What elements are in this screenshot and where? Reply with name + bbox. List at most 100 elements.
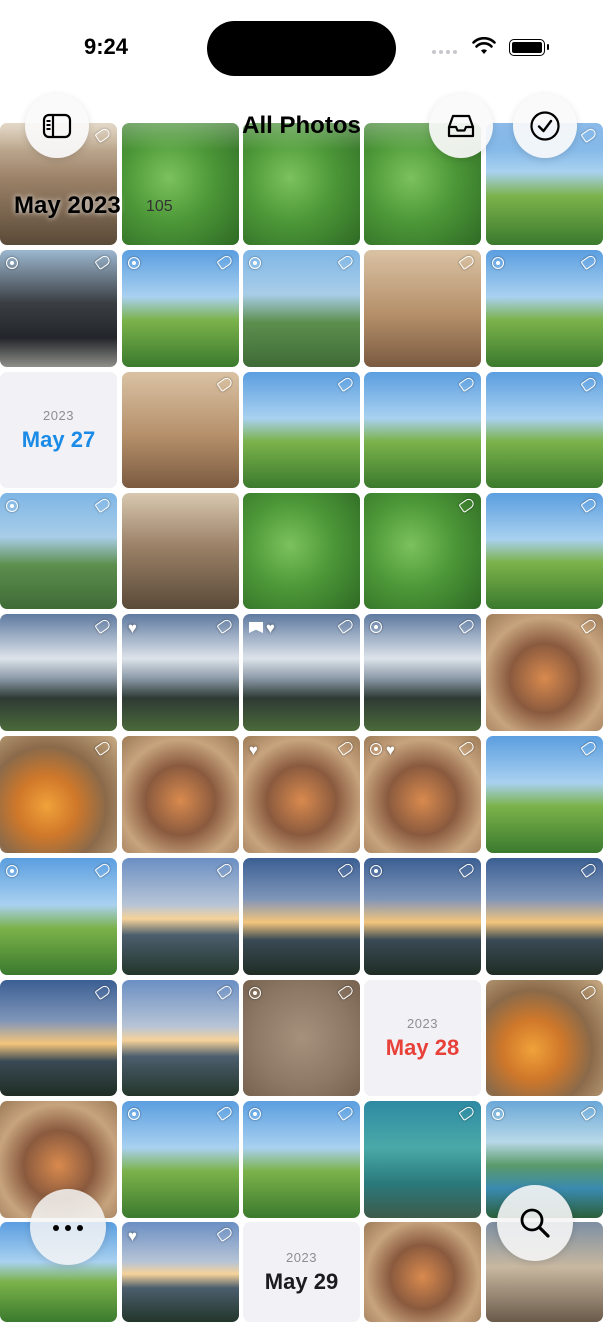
photo-thumbnail[interactable] — [364, 614, 481, 731]
photo-thumbnail[interactable] — [0, 614, 117, 731]
photo-thumbnail[interactable] — [486, 614, 603, 731]
photo-thumbnail[interactable] — [122, 980, 239, 1096]
tag-icon — [337, 1104, 355, 1122]
photo-thumbnail[interactable] — [364, 372, 481, 488]
tag-icon — [94, 496, 112, 514]
tag-icon — [337, 375, 355, 393]
tag-icon — [458, 739, 476, 757]
photo-thumbnail[interactable] — [243, 1101, 360, 1218]
tag-icon — [94, 617, 112, 635]
photo-thumbnail[interactable] — [0, 858, 117, 975]
dynamic-island — [207, 21, 396, 76]
date-card-day: May 28 — [385, 1034, 460, 1060]
tag-icon — [94, 739, 112, 757]
date-card-year: 2023 — [43, 407, 74, 423]
favorite-heart-icon: ♥ — [370, 743, 395, 758]
photo-thumbnail[interactable] — [243, 493, 360, 609]
photo-thumbnail[interactable] — [243, 858, 360, 975]
photo-thumbnail[interactable] — [486, 493, 603, 609]
tag-icon — [580, 1104, 598, 1122]
date-card-year: 2023 — [286, 1249, 317, 1265]
photo-thumbnail[interactable] — [486, 858, 603, 975]
photo-thumbnail[interactable] — [243, 980, 360, 1096]
select-button[interactable] — [513, 94, 577, 158]
photo-thumbnail[interactable]: ♥ — [364, 736, 481, 853]
photo-thumbnail[interactable] — [0, 493, 117, 609]
tag-icon — [458, 1104, 476, 1122]
photo-thumbnail[interactable] — [122, 493, 239, 609]
live-photo-icon — [249, 1108, 261, 1122]
photo-thumbnail[interactable] — [364, 858, 481, 975]
tag-icon — [337, 983, 355, 1001]
search-button[interactable] — [497, 1185, 573, 1261]
live-photo-icon — [6, 257, 18, 271]
photo-thumbnail[interactable]: ♥ — [122, 1222, 239, 1322]
live-photo-icon — [6, 865, 18, 879]
photo-thumbnail[interactable]: ♥ — [243, 736, 360, 853]
favorite-heart-icon: ♥ — [249, 621, 275, 636]
photo-thumbnail[interactable] — [486, 372, 603, 488]
photo-thumbnail[interactable] — [364, 250, 481, 367]
tag-icon — [216, 253, 234, 271]
photo-thumbnail[interactable]: ♥ — [122, 614, 239, 731]
photo-thumbnail[interactable] — [364, 493, 481, 609]
date-card-day: May 27 — [21, 426, 96, 452]
tag-icon — [216, 1225, 234, 1243]
section-header: May 2023 — [14, 192, 121, 219]
live-photo-icon — [370, 621, 382, 635]
photo-thumbnail[interactable] — [0, 736, 117, 853]
date-card[interactable]: 2023 May 29 — [243, 1222, 360, 1322]
tag-icon — [337, 861, 355, 879]
photo-thumbnail[interactable] — [364, 1222, 481, 1322]
live-photo-icon — [128, 1108, 140, 1122]
tag-icon — [458, 496, 476, 514]
tag-icon — [580, 375, 598, 393]
tag-icon — [94, 983, 112, 1001]
tag-icon — [580, 496, 598, 514]
photo-thumbnail[interactable] — [0, 250, 117, 367]
photo-thumbnail[interactable] — [364, 1101, 481, 1218]
date-card[interactable]: 2023 May 27 — [0, 372, 117, 488]
photo-thumbnail[interactable] — [243, 372, 360, 488]
photo-thumbnail[interactable] — [0, 980, 117, 1096]
photo-thumbnail[interactable] — [486, 980, 603, 1096]
tag-icon — [458, 861, 476, 879]
tag-icon — [94, 253, 112, 271]
live-photo-icon — [249, 987, 261, 1001]
more-button[interactable] — [30, 1189, 106, 1265]
photo-thumbnail[interactable] — [122, 250, 239, 367]
photo-thumbnail[interactable] — [243, 250, 360, 367]
date-card-day: May 29 — [264, 1268, 339, 1294]
inbox-button[interactable] — [429, 94, 493, 158]
status-time: 9:24 — [84, 34, 129, 59]
tag-icon — [580, 739, 598, 757]
live-photo-icon — [370, 865, 382, 879]
cellular-signal-icon — [432, 41, 460, 59]
tag-icon — [580, 253, 598, 271]
checkmark-circle-icon — [530, 111, 560, 141]
favorite-heart-icon: ♥ — [249, 742, 258, 759]
tag-icon — [337, 739, 355, 757]
date-card[interactable]: 2023 May 28 — [364, 980, 481, 1096]
ellipsis-icon — [50, 1218, 86, 1236]
live-photo-icon — [6, 500, 18, 514]
tag-icon — [216, 617, 234, 635]
photo-thumbnail[interactable] — [122, 736, 239, 853]
photo-thumbnail[interactable]: ♥ — [243, 614, 360, 731]
tag-icon — [337, 253, 355, 271]
favorite-heart-icon: ♥ — [128, 1228, 137, 1245]
section-count: 105 — [146, 198, 173, 215]
live-photo-icon — [492, 257, 504, 271]
photo-thumbnail[interactable] — [122, 1101, 239, 1218]
favorite-heart-icon: ♥ — [128, 620, 137, 637]
photo-thumbnail[interactable] — [486, 736, 603, 853]
tag-icon — [337, 617, 355, 635]
photo-thumbnail[interactable] — [122, 858, 239, 975]
date-card-year: 2023 — [407, 1015, 438, 1031]
photo-thumbnail[interactable] — [122, 372, 239, 488]
tag-icon — [94, 861, 112, 879]
battery-icon — [509, 39, 549, 56]
photo-thumbnail[interactable] — [486, 250, 603, 367]
live-photo-icon — [128, 257, 140, 271]
live-photo-icon — [492, 1108, 504, 1122]
